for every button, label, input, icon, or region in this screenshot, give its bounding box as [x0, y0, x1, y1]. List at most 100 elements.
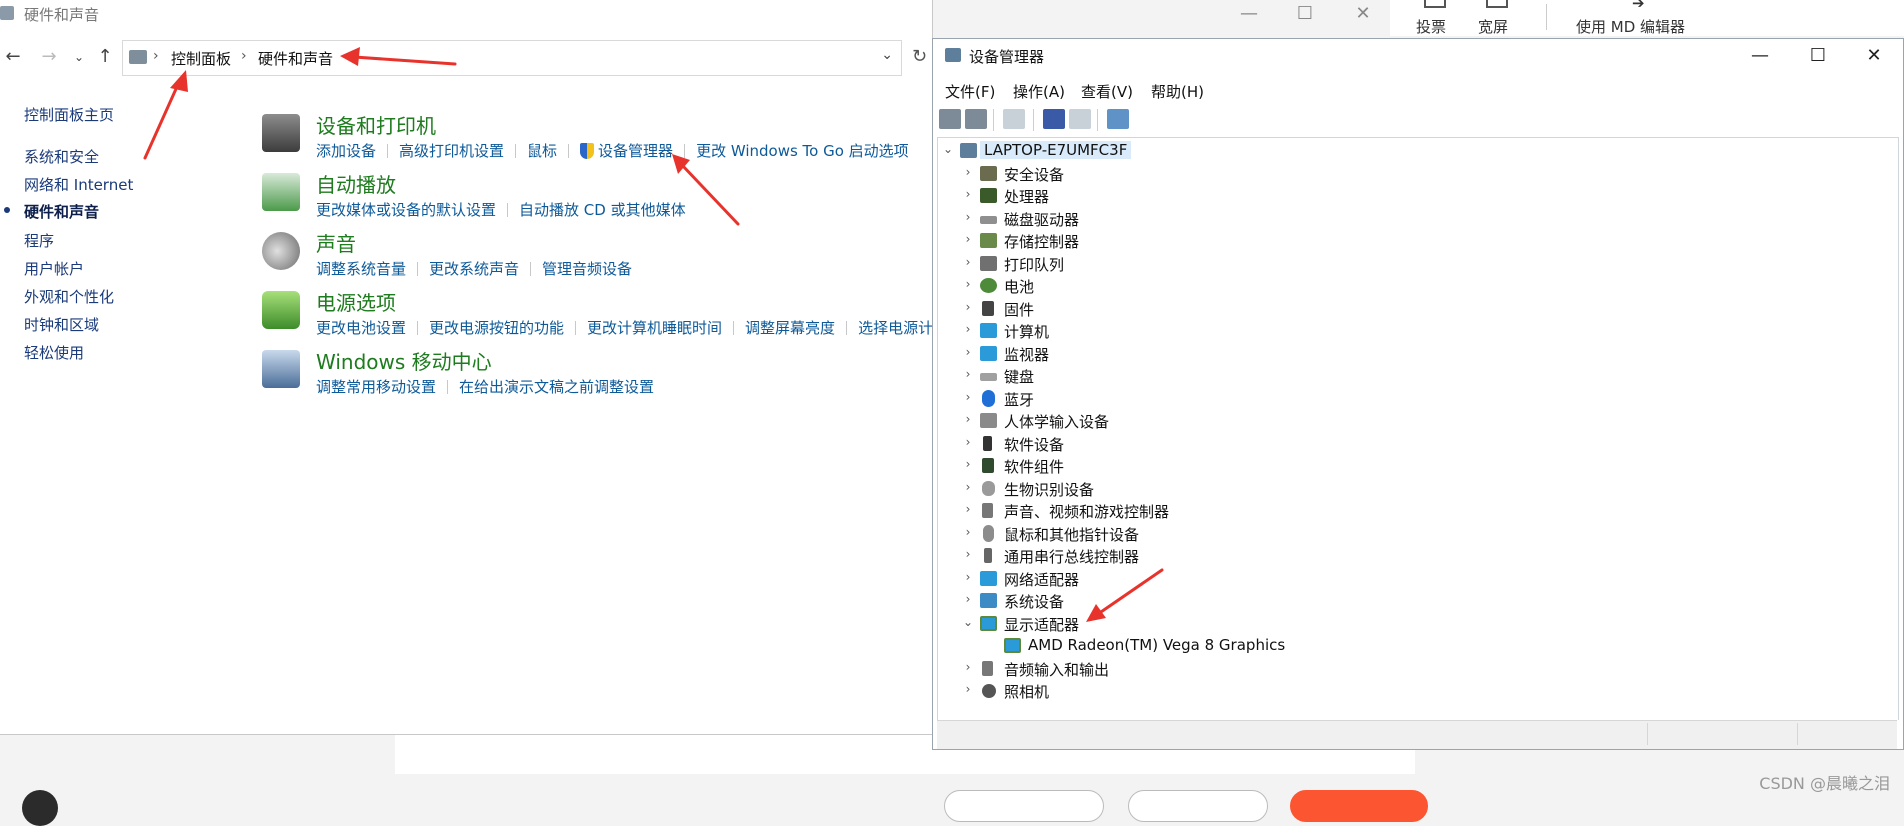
tree-item[interactable]: › 通用串行总线控制器 [938, 545, 1898, 567]
sidebar-item-ease-of-access[interactable]: 轻松使用 [24, 342, 84, 363]
link-system-volume[interactable]: 调整系统音量 [316, 260, 406, 278]
chevron-right-icon[interactable]: › [962, 390, 974, 404]
tree-item[interactable]: › 系统设备 [938, 590, 1898, 612]
tree-item[interactable]: › 打印队列 [938, 253, 1898, 275]
tree-item[interactable]: › 处理器 [938, 185, 1898, 207]
menu-view[interactable]: 查看(V) [1081, 81, 1133, 102]
tree-item-display-adapters[interactable]: ⌄ 显示适配器 [938, 613, 1898, 635]
link-sleep-time[interactable]: 更改计算机睡眠时间 [587, 319, 722, 337]
scan-hardware-icon[interactable] [1107, 109, 1129, 129]
chevron-down-icon[interactable]: ⌄ [881, 47, 893, 63]
link-power-plan[interactable]: 选择电源计 [858, 319, 933, 337]
tree-item[interactable]: › 生物识别设备 [938, 478, 1898, 500]
tree-item[interactable]: › 网络适配器 [938, 568, 1898, 590]
chevron-right-icon[interactable]: › [962, 592, 974, 606]
chevron-right-icon[interactable]: › [962, 322, 974, 336]
chevron-right-icon[interactable]: › [962, 682, 974, 696]
chevron-right-icon[interactable]: › [962, 300, 974, 314]
address-bar[interactable]: › 控制面板 › 硬件和声音 ⌄ [122, 40, 902, 76]
close-icon[interactable]: ✕ [1332, 0, 1394, 30]
properties-icon[interactable] [1003, 109, 1025, 129]
tree-item[interactable]: › 键盘 [938, 365, 1898, 387]
tree-item[interactable]: › 监视器 [938, 343, 1898, 365]
link-autoplay-cd[interactable]: 自动播放 CD 或其他媒体 [519, 201, 686, 219]
tree-item[interactable]: › 软件设备 [938, 433, 1898, 455]
back-arrow-icon[interactable]: ← [0, 44, 26, 70]
link-audio-devices[interactable]: 管理音频设备 [542, 260, 632, 278]
breadcrumb-control-panel[interactable]: 控制面板 [171, 48, 231, 69]
footer-button[interactable] [944, 790, 1104, 822]
chevron-right-icon[interactable]: › [962, 210, 974, 224]
chevron-right-icon[interactable]: › [962, 345, 974, 359]
link-printer-settings[interactable]: 高级打印机设置 [399, 142, 504, 160]
back-arrow-icon[interactable] [939, 109, 961, 129]
category-title[interactable]: 声音 [316, 228, 356, 257]
minimize-icon[interactable]: — [1731, 39, 1789, 73]
tree-item[interactable]: › 人体学输入设备 [938, 410, 1898, 432]
link-mobility-settings[interactable]: 调整常用移动设置 [316, 378, 436, 396]
link-brightness[interactable]: 调整屏幕亮度 [745, 319, 835, 337]
chevron-down-icon[interactable]: ⌄ [66, 44, 92, 70]
maximize-icon[interactable]: ☐ [1274, 0, 1336, 30]
category-title[interactable]: 设备和打印机 [316, 110, 436, 139]
tree-item[interactable]: › 鼠标和其他指针设备 [938, 523, 1898, 545]
chevron-right-icon[interactable]: › [962, 165, 974, 179]
link-power-button[interactable]: 更改电源按钮的功能 [429, 319, 564, 337]
close-icon[interactable]: ✕ [1845, 39, 1903, 73]
link-media-defaults[interactable]: 更改媒体或设备的默认设置 [316, 201, 496, 219]
sidebar-item-clock-region[interactable]: 时钟和区域 [24, 314, 99, 335]
tree-item[interactable]: › 计算机 [938, 320, 1898, 342]
tree-item[interactable]: › 音频输入和输出 [938, 658, 1898, 680]
chevron-right-icon[interactable]: › [962, 412, 974, 426]
view-icon[interactable] [1069, 109, 1091, 129]
link-device-manager[interactable]: 设备管理器 [598, 142, 673, 160]
forward-arrow-icon[interactable]: → [36, 44, 62, 70]
menu-help[interactable]: 帮助(H) [1151, 81, 1204, 102]
chevron-right-icon[interactable]: › [962, 480, 974, 494]
tree-item[interactable]: › 蓝牙 [938, 388, 1898, 410]
sidebar-item-appearance[interactable]: 外观和个性化 [24, 286, 114, 307]
tree-item[interactable]: › 电池 [938, 275, 1898, 297]
tree-item[interactable]: › 固件 [938, 298, 1898, 320]
link-battery-settings[interactable]: 更改电池设置 [316, 319, 406, 337]
link-presentation-settings[interactable]: 在给出演示文稿之前调整设置 [459, 378, 654, 396]
tree-item[interactable]: › 磁盘驱动器 [938, 208, 1898, 230]
tree-item-gpu[interactable]: AMD Radeon(TM) Vega 8 Graphics [938, 635, 1898, 657]
tree-item[interactable]: › 声音、视频和游戏控制器 [938, 500, 1898, 522]
sidebar-item-system-security[interactable]: 系统和安全 [24, 146, 99, 167]
menu-action[interactable]: 操作(A) [1013, 81, 1065, 102]
sidebar-item-hardware-sound[interactable]: 硬件和声音 [4, 201, 99, 222]
category-title[interactable]: Windows 移动中心 [316, 346, 492, 375]
menu-file[interactable]: 文件(F) [945, 81, 995, 102]
sidebar-item-programs[interactable]: 程序 [24, 230, 54, 251]
category-title[interactable]: 自动播放 [316, 169, 396, 198]
footer-button[interactable] [1128, 790, 1268, 822]
tree-item[interactable]: › 存储控制器 [938, 230, 1898, 252]
chevron-right-icon[interactable]: › [962, 232, 974, 246]
tree-item[interactable]: › 照相机 [938, 680, 1898, 702]
help-icon[interactable] [1043, 109, 1065, 129]
chevron-down-icon[interactable]: ⌄ [962, 615, 974, 629]
chevron-right-icon[interactable]: › [962, 525, 974, 539]
chevron-right-icon[interactable]: › [962, 187, 974, 201]
minimize-icon[interactable]: — [1218, 0, 1280, 30]
refresh-icon[interactable]: ↻ [912, 46, 927, 67]
publish-button[interactable] [1290, 790, 1428, 822]
chevron-right-icon[interactable]: › [962, 570, 974, 584]
chevron-right-icon[interactable]: › [962, 435, 974, 449]
link-add-device[interactable]: 添加设备 [316, 142, 376, 160]
link-system-sounds[interactable]: 更改系统声音 [429, 260, 519, 278]
link-windows-to-go[interactable]: 更改 Windows To Go 启动选项 [696, 142, 909, 160]
chevron-right-icon[interactable]: › [962, 660, 974, 674]
chevron-right-icon[interactable]: › [962, 255, 974, 269]
sidebar-item-home[interactable]: 控制面板主页 [24, 104, 114, 125]
link-mouse[interactable]: 鼠标 [527, 142, 557, 160]
avatar[interactable] [22, 790, 58, 826]
chevron-right-icon[interactable]: › [962, 367, 974, 381]
tree-item[interactable]: › 软件组件 [938, 455, 1898, 477]
chevron-down-icon[interactable]: ⌄ [942, 142, 954, 156]
tree-item[interactable]: › 安全设备 [938, 163, 1898, 185]
chevron-right-icon[interactable]: › [962, 457, 974, 471]
chevron-right-icon[interactable]: › [962, 277, 974, 291]
category-title[interactable]: 电源选项 [316, 287, 396, 316]
